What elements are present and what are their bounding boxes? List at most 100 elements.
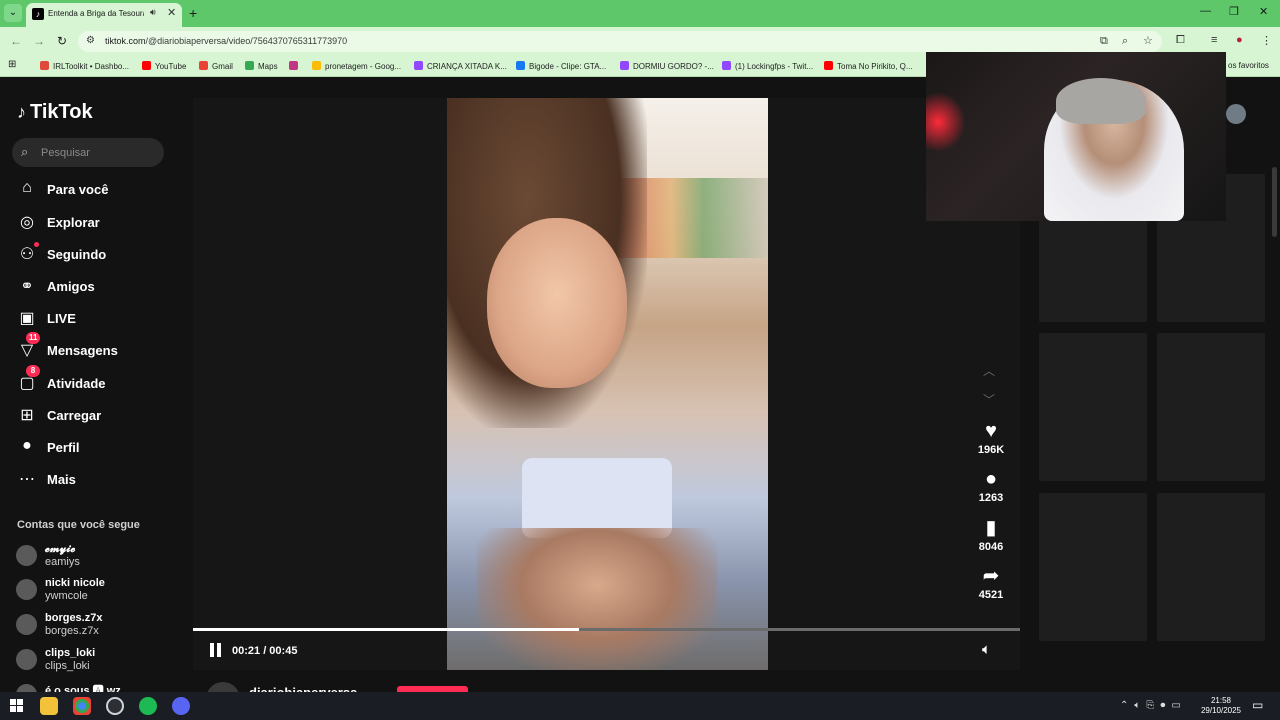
chevron-up-icon[interactable]: ︿ bbox=[983, 362, 995, 379]
sidebar-item-para-voc-[interactable]: ⌂ Para você bbox=[17, 178, 177, 202]
user-avatar[interactable] bbox=[1226, 104, 1246, 124]
windows-start-icon[interactable] bbox=[10, 699, 23, 712]
volume-icon[interactable]: 🔈︎ bbox=[982, 641, 991, 658]
bookmark-icon: ▮ bbox=[985, 517, 997, 539]
file-explorer-icon[interactable] bbox=[40, 697, 58, 715]
windows-taskbar: ⌃🔈︎⎘⏺︎▭ 21:58 29/10/2025 ▭ bbox=[0, 692, 1280, 720]
more-icon: ⋯ bbox=[19, 471, 35, 488]
video-content[interactable] bbox=[447, 98, 768, 670]
comment-icon: ● bbox=[984, 468, 998, 490]
bookmark-item[interactable] bbox=[289, 61, 302, 71]
heart-button[interactable]: ♥ 196K bbox=[968, 420, 1014, 456]
bookmark-item[interactable]: pronetagem - Goog... bbox=[312, 61, 401, 71]
bookmark-favicon-icon bbox=[824, 61, 833, 70]
system-tray-icons[interactable]: ⌃🔈︎⎘⏺︎▭ bbox=[1120, 700, 1187, 711]
chrome-icon[interactable] bbox=[73, 697, 91, 715]
address-bar[interactable]: ⚙ tiktok.com/@diariobiaperversa/video/75… bbox=[78, 31, 1162, 52]
install-app-icon[interactable]: ⧉ bbox=[1100, 35, 1108, 48]
video-progress-bar[interactable] bbox=[193, 628, 1020, 631]
heart-icon: ♥ bbox=[985, 420, 997, 442]
search-input[interactable]: ⌕ Pesquisar bbox=[12, 138, 164, 167]
bookmark-button[interactable]: ▮ 8046 bbox=[968, 517, 1014, 553]
bookmark-item[interactable]: Toma No Pirikito, Q... bbox=[824, 61, 913, 71]
browser-tab-active[interactable]: ♪ Entenda a Briga da Tesoura 🔊︎ ✕ bbox=[26, 3, 182, 27]
bookmark-favicon-icon bbox=[245, 61, 254, 70]
sidebar-item-amigos[interactable]: ⚭ Amigos bbox=[17, 275, 177, 299]
tiktok-favicon-icon: ♪ bbox=[32, 8, 44, 20]
site-info-icon[interactable]: ⚙ bbox=[86, 35, 95, 46]
bookmark-star-icon[interactable]: ☆ bbox=[1143, 34, 1153, 47]
video-thumbnail[interactable] bbox=[1157, 493, 1265, 641]
bookmark-favicon-icon bbox=[620, 61, 629, 70]
following-account[interactable]: é o sous 🅰 wz bbox=[16, 681, 176, 692]
bookmark-item[interactable]: CRIANÇA XITADA K... bbox=[414, 61, 507, 71]
comment-button[interactable]: ● 1263 bbox=[968, 468, 1014, 504]
action-count: 4521 bbox=[978, 589, 1004, 601]
following-account[interactable]: clips_loki clips_loki bbox=[16, 646, 176, 676]
bookmark-item[interactable]: (1) Lockingfps - Twit... bbox=[722, 61, 813, 71]
tiktok-logo[interactable]: ♪ TikTok bbox=[17, 101, 93, 124]
account-handle: eamiys bbox=[45, 556, 80, 568]
apps-grid-icon[interactable]: ⊞ bbox=[8, 59, 16, 70]
avatar bbox=[16, 684, 37, 692]
account-handle: clips_loki bbox=[45, 660, 90, 672]
bookmark-item[interactable]: Bigode - Clipe: GTA... bbox=[516, 61, 606, 71]
sidebar-item-explorar[interactable]: ◎ Explorar bbox=[17, 211, 177, 235]
bookmark-item[interactable]: YouTube bbox=[142, 61, 186, 71]
sidebar-item-atividade[interactable]: ▢ Atividade 8 bbox=[17, 365, 177, 396]
new-tab-button[interactable]: + bbox=[189, 5, 197, 21]
page-scrollbar[interactable] bbox=[1272, 167, 1277, 237]
reload-icon[interactable]: ↻ bbox=[57, 34, 67, 48]
sidebar-item-mensagens[interactable]: ▽ Mensagens 11 bbox=[17, 332, 177, 363]
chevron-down-icon[interactable]: ﹀ bbox=[983, 391, 995, 408]
bookmark-favicon-icon bbox=[199, 61, 208, 70]
extensions-icon[interactable]: ⧠ bbox=[1176, 34, 1185, 47]
sidebar-item-live[interactable]: ▣ LIVE bbox=[17, 307, 177, 331]
bookmark-folder-favorites[interactable]: os favoritos bbox=[1228, 61, 1269, 70]
tab-close-icon[interactable]: ✕ bbox=[167, 6, 176, 19]
following-account[interactable]: 𝓮𝓶𝔂𝓲𝓮 eamiys bbox=[16, 542, 176, 572]
speaker-icon[interactable]: 🔊︎ bbox=[150, 7, 156, 18]
video-thumbnail[interactable] bbox=[1157, 333, 1265, 481]
sidebar-item-carregar[interactable]: ⊞ Carregar bbox=[17, 404, 177, 428]
minimize-icon[interactable]: — bbox=[1200, 5, 1211, 17]
following-account[interactable]: nicki nicole ywmcole bbox=[16, 576, 176, 606]
taskbar-clock[interactable]: 21:58 29/10/2025 bbox=[1196, 696, 1246, 716]
obs-icon[interactable] bbox=[106, 697, 124, 715]
sidebar-item-label: Para você bbox=[47, 182, 109, 197]
video-thumbnail[interactable] bbox=[1039, 493, 1147, 641]
share-button[interactable]: ➦ 4521 bbox=[968, 565, 1014, 601]
window-close-icon[interactable]: ✕ bbox=[1259, 5, 1268, 18]
video-thumbnail[interactable] bbox=[1039, 333, 1147, 481]
pause-icon[interactable] bbox=[209, 643, 223, 657]
account-name: é o sous 🅰 wz bbox=[45, 685, 121, 692]
bookmark-item[interactable]: Maps bbox=[245, 61, 278, 71]
video-player[interactable]: ︿ ﹀ ♥ 196K ● 1263 ▮ 8046 ➦ 4521 00:21 / 00:45 🔈… bbox=[193, 98, 1020, 670]
bookmark-label: pronetagem - Goog... bbox=[325, 62, 402, 71]
bookmark-item[interactable]: Gmail bbox=[199, 61, 233, 71]
forward-arrow-icon[interactable]: → bbox=[33, 34, 45, 48]
author-name[interactable]: diariobiaperversa bbox=[249, 685, 357, 692]
bookmark-item[interactable]: IRLToolkit • Dashbo... bbox=[40, 61, 129, 71]
bookmark-item[interactable]: DORMIU GORDO? -... bbox=[620, 61, 714, 71]
author-avatar[interactable] bbox=[206, 682, 240, 692]
sidebar-item-perfil[interactable]: ● Perfil bbox=[17, 436, 177, 460]
restore-icon[interactable]: ❐ bbox=[1229, 5, 1239, 18]
back-arrow-icon[interactable]: ← bbox=[10, 34, 22, 48]
following-account[interactable]: borges.z7x borges.z7x bbox=[16, 611, 176, 641]
sidebar-item-seguindo[interactable]: ⚇ Seguindo bbox=[17, 242, 177, 267]
friends-icon: ⚭ bbox=[20, 278, 34, 295]
media-control-icon[interactable]: ≡ bbox=[1211, 34, 1217, 46]
sidebar-item-mais[interactable]: ⋯ Mais bbox=[17, 468, 177, 492]
zoom-icon[interactable]: ⌕ bbox=[1122, 35, 1128, 48]
browser-menu-icon[interactable]: ⋮ bbox=[1261, 34, 1272, 47]
profile-avatar-icon[interactable]: ● bbox=[1236, 34, 1243, 46]
discord-icon[interactable] bbox=[172, 697, 190, 715]
bookmark-label: Gmail bbox=[212, 62, 233, 71]
bookmark-label: (1) Lockingfps - Twit... bbox=[735, 62, 814, 71]
bookmark-favicon-icon bbox=[312, 61, 321, 70]
tab-search-button[interactable]: ⌄ bbox=[4, 4, 22, 22]
account-name: nicki nicole bbox=[45, 577, 105, 589]
notification-icon[interactable]: ▭ bbox=[1252, 698, 1263, 712]
spotify-icon[interactable] bbox=[139, 697, 157, 715]
